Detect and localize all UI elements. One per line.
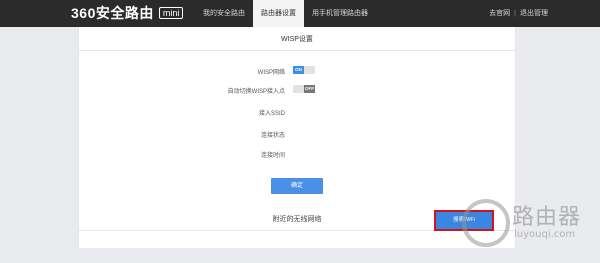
title-divider [79, 50, 515, 51]
logout-link[interactable]: 退出管理 [520, 0, 548, 27]
top-right-links: 去官网 | 退出管理 [489, 0, 548, 27]
brand-name: 360安全路由 [71, 5, 154, 21]
tab-mobile-manage[interactable]: 用手机管理路由器 [304, 0, 376, 27]
main-nav: 我的安全路由 路由器设置 用手机管理路由器 [195, 0, 376, 27]
ssid-label: 接入SSID [258, 111, 285, 117]
tab-router-settings[interactable]: 路由器设置 [253, 0, 304, 27]
watermark-text: 路由器 [512, 205, 582, 230]
brand-badge: mini [158, 7, 184, 19]
watermark: 路由器 luyouqi.com [462, 197, 597, 249]
top-nav-bar: 360安全路由 mini 我的安全路由 路由器设置 用手机管理路由器 去官网 |… [0, 0, 600, 27]
tab-my-router[interactable]: 我的安全路由 [195, 0, 253, 27]
nearby-divider [79, 230, 515, 231]
auto-switch-toggle[interactable]: OFF [293, 85, 315, 93]
link-separator: | [514, 10, 516, 17]
official-site-link[interactable]: 去官网 [489, 0, 510, 27]
toggle-on-knob: ON [293, 66, 304, 74]
connection-status-label: 连接状态 [260, 133, 285, 139]
logo[interactable]: 360安全路由 mini [71, 3, 184, 23]
confirm-button[interactable]: 确定 [271, 178, 323, 194]
panel-title: WISP设置 [281, 36, 313, 43]
watermark-subtext: luyouqi.com [514, 229, 576, 240]
toggle-off-knob: OFF [304, 85, 315, 93]
connection-time-label: 连接时间 [260, 153, 285, 159]
watermark-circle-icon [462, 199, 510, 247]
wisp-network-label: WISP网络 [257, 70, 285, 76]
auto-switch-label: 自动切换WISP接入点 [227, 89, 285, 95]
wisp-network-toggle[interactable]: ON [293, 66, 315, 74]
wisp-settings-panel: WISP设置 WISP网络 ON 自动切换WISP接入点 OFF 接入SSID … [78, 27, 516, 248]
